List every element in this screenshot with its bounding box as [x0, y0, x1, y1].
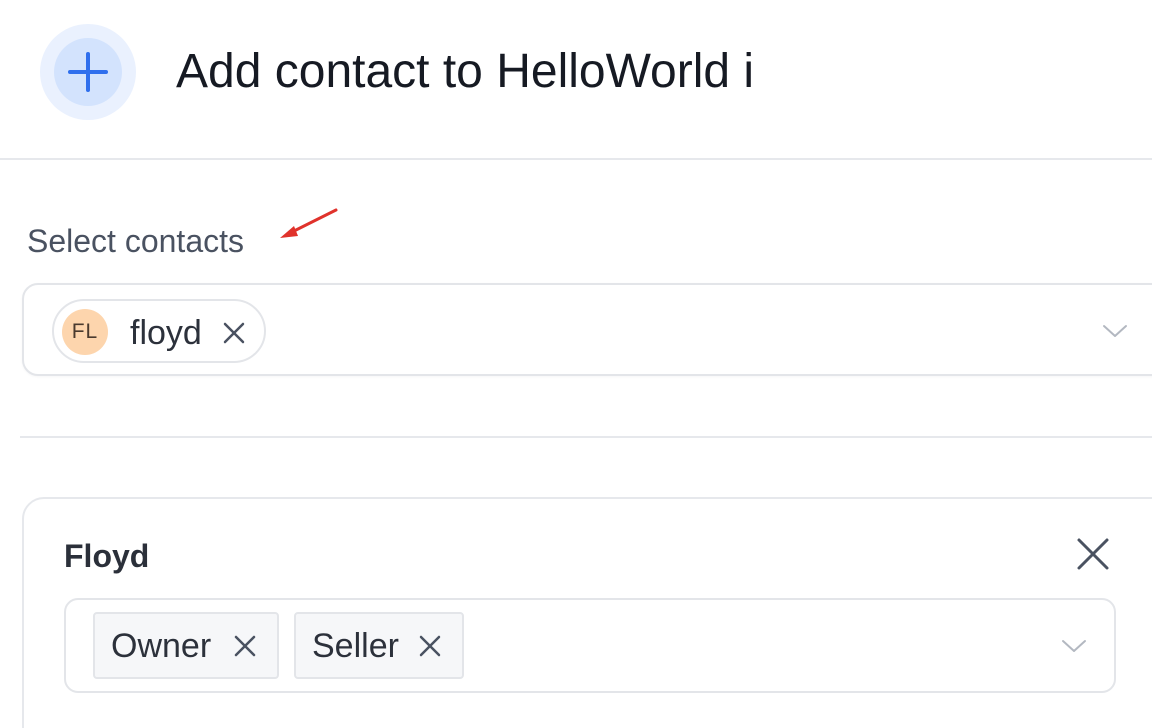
add-contact-icon-badge: [40, 24, 136, 120]
role-tag-label: Seller: [312, 627, 399, 665]
chevron-down-icon[interactable]: [1102, 323, 1128, 339]
select-contacts-field[interactable]: FL floyd: [22, 283, 1152, 376]
remove-role-icon[interactable]: [418, 634, 442, 658]
remove-contact-icon[interactable]: [222, 321, 246, 345]
remove-role-icon[interactable]: [233, 634, 257, 658]
close-icon[interactable]: [1076, 537, 1110, 571]
page-title: Add contact to HelloWorld i: [176, 45, 755, 98]
role-select-field[interactable]: Owner Seller: [64, 598, 1116, 693]
annotation-arrow-icon: [280, 208, 338, 238]
select-contacts-label: Select contacts: [27, 223, 244, 259]
contact-chip: FL floyd: [52, 299, 266, 363]
contact-chip-name: floyd: [130, 314, 202, 352]
role-tag-owner: Owner: [93, 612, 279, 679]
header-divider: [0, 158, 1152, 160]
add-contact-page: Add contact to HelloWorld i Select conta…: [0, 0, 1152, 728]
avatar: FL: [62, 309, 108, 355]
role-tag-seller: Seller: [294, 612, 464, 679]
section-divider: [20, 436, 1152, 438]
chevron-down-icon[interactable]: [1061, 638, 1087, 654]
contact-card-title: Floyd: [64, 538, 150, 574]
contact-card: Floyd Owner Seller: [22, 497, 1152, 728]
plus-icon: [68, 52, 108, 92]
role-tag-label: Owner: [111, 627, 212, 665]
